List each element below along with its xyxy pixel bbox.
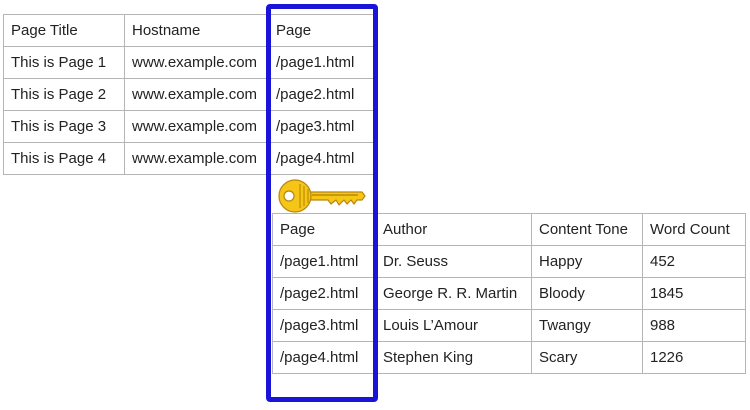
cell-content-tone: Bloody <box>531 277 643 310</box>
cell-word-count: 452 <box>642 245 746 278</box>
cell-author: George R. R. Martin <box>375 277 532 310</box>
key-icon <box>278 179 366 213</box>
column-header-content-tone: Content Tone <box>531 213 643 246</box>
cell-word-count: 1226 <box>642 341 746 374</box>
cell-page-title: This is Page 4 <box>3 142 125 175</box>
cell-page-title: This is Page 3 <box>3 110 125 143</box>
cell-content-tone: Scary <box>531 341 643 374</box>
cell-hostname: www.example.com <box>124 46 269 79</box>
cell-word-count: 1845 <box>642 277 746 310</box>
cell-page-title: This is Page 2 <box>3 78 125 111</box>
column-header-page-title: Page Title <box>3 14 125 47</box>
column-header-word-count: Word Count <box>642 213 746 246</box>
column-header-author: Author <box>375 213 532 246</box>
cell-page-title: This is Page 1 <box>3 46 125 79</box>
cell-hostname: www.example.com <box>124 78 269 111</box>
cell-content-tone: Twangy <box>531 309 643 342</box>
column-header-hostname: Hostname <box>124 14 269 47</box>
cell-hostname: www.example.com <box>124 142 269 175</box>
cell-author: Dr. Seuss <box>375 245 532 278</box>
cell-word-count: 988 <box>642 309 746 342</box>
cell-author: Stephen King <box>375 341 532 374</box>
cell-hostname: www.example.com <box>124 110 269 143</box>
cell-author: Louis L’Amour <box>375 309 532 342</box>
cell-content-tone: Happy <box>531 245 643 278</box>
